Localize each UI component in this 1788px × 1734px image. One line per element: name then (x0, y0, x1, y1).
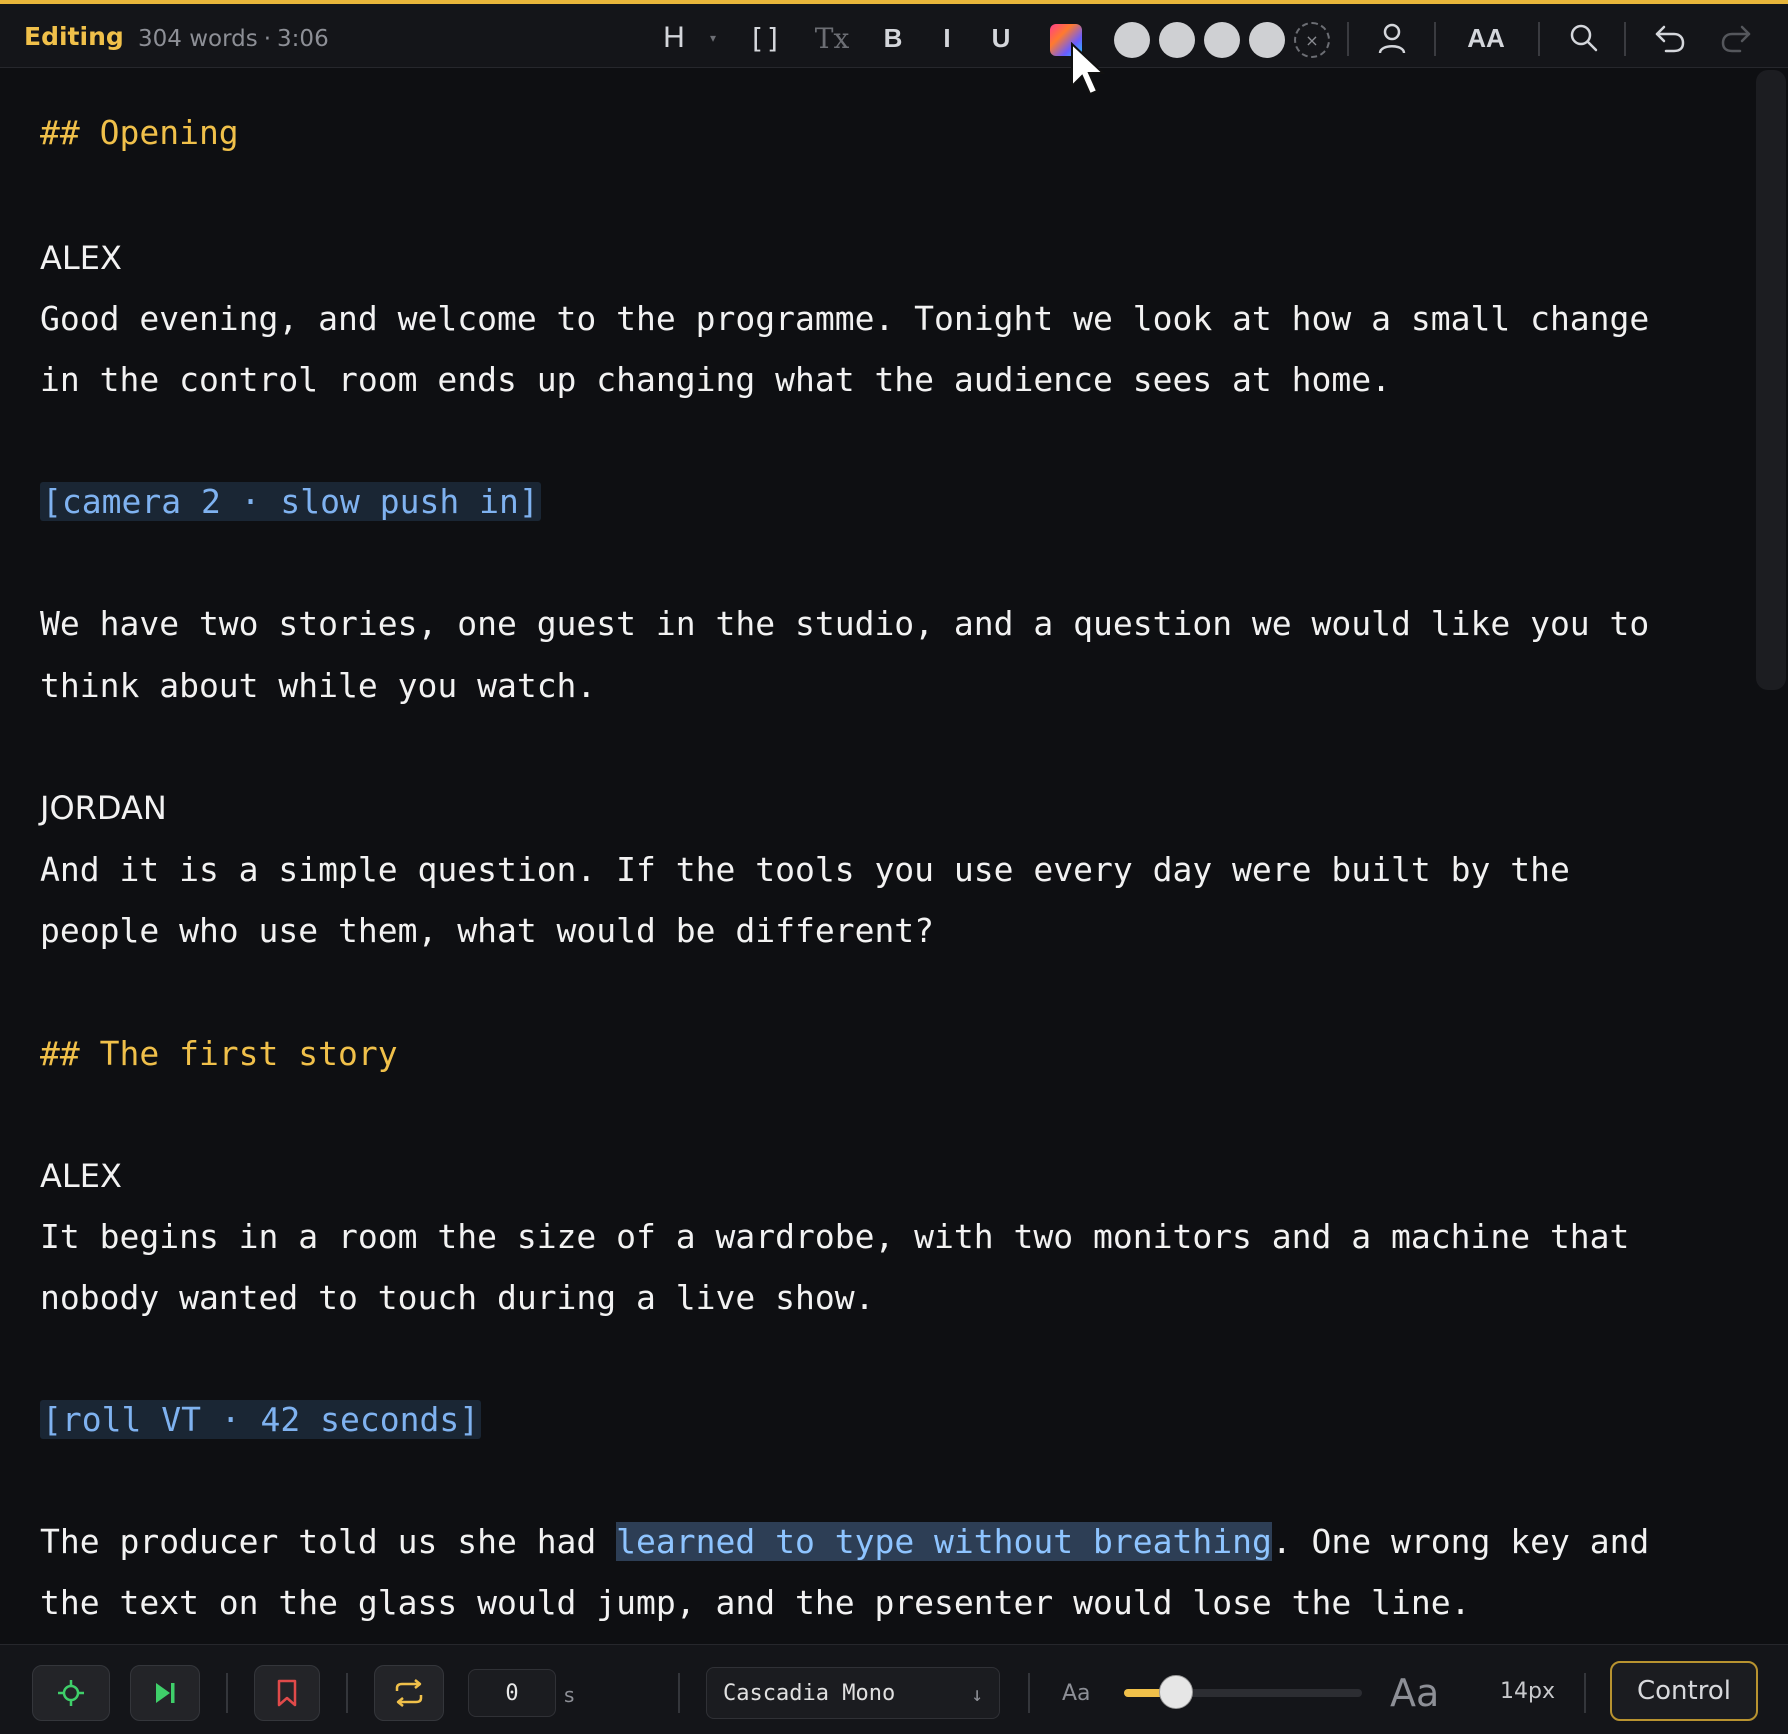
text-segment: The producer told us she had (40, 1522, 617, 1561)
section-heading: ## Opening (40, 113, 239, 152)
redo-button[interactable] (1716, 14, 1756, 62)
toolbar-divider (1624, 22, 1626, 56)
bottom-toolbar: 0 s Cascadia Mono ↓ Aa Aa 14px Control (0, 1644, 1788, 1734)
toolbar-divider (1434, 22, 1436, 56)
heading-icon: H (663, 21, 685, 54)
duration: 3:06 (277, 26, 329, 52)
bottom-divider (346, 1673, 348, 1713)
clear-format-button[interactable]: Tx (812, 14, 852, 62)
dialogue-line: people who use them, what would be diffe… (40, 911, 935, 950)
dialogue-line: And it is a simple question. If the tool… (40, 850, 1570, 889)
color-dot-3[interactable] (1204, 22, 1240, 58)
dialogue-line: The producer told us she had learned to … (40, 1522, 1649, 1561)
bottom-divider (1584, 1673, 1586, 1713)
stats-separator: · (263, 26, 272, 52)
italic-icon: I (943, 22, 951, 53)
bold-icon: B (883, 22, 903, 53)
font-size-small-icon: Aa (1062, 1681, 1091, 1706)
dialogue-line: think about while you watch. (40, 666, 597, 705)
vt-cue: [roll VT · 42 seconds] (40, 1400, 482, 1439)
script-editor[interactable]: ## Opening ALEX Good evening, and welcom… (0, 69, 1788, 1644)
toolbar-divider (1538, 22, 1540, 56)
bracket-icon: [] (748, 21, 782, 55)
bottom-divider (678, 1673, 680, 1713)
skip-forward-icon (156, 1683, 175, 1703)
font-size-value: 14px (1500, 1679, 1555, 1704)
color-dot-2[interactable] (1159, 22, 1195, 58)
countdown-unit: s (564, 1683, 575, 1707)
font-size-toggle-button[interactable]: AA (1462, 14, 1510, 62)
dialogue-line: We have two stories, one guest in the st… (40, 604, 1650, 643)
font-family-value: Cascadia Mono (723, 1680, 896, 1706)
dialogue-line: Good evening, and welcome to the program… (40, 299, 1650, 338)
speaker-name: ALEX (40, 1157, 122, 1195)
dialogue-line: the text on the glass would jump, and th… (40, 1583, 1471, 1622)
play-from-cursor-button[interactable] (130, 1665, 200, 1721)
color-dot-1[interactable] (1114, 22, 1150, 58)
editor-scrollbar[interactable] (1756, 70, 1786, 690)
toolbar-divider (1347, 22, 1349, 56)
font-size-toggle-icon: AA (1467, 22, 1505, 53)
countdown-input[interactable]: 0 (468, 1669, 556, 1717)
underline-icon: U (991, 22, 1011, 53)
word-count: 304 words (138, 26, 258, 52)
color-dot-4[interactable] (1249, 22, 1285, 58)
mode-label: Editing (24, 22, 124, 51)
heading-dropdown-icon[interactable]: ▾ (702, 14, 724, 62)
text-segment: . One wrong key and (1271, 1522, 1650, 1561)
chevron-down-icon: ↓ (970, 1682, 983, 1706)
camera-cue: [camera 2 · slow push in] (40, 482, 541, 521)
clear-color-icon[interactable]: × (1294, 22, 1330, 58)
dialogue-line: It begins in a room the size of a wardro… (40, 1217, 1630, 1256)
crosshair-icon (58, 1680, 84, 1706)
bracket-button[interactable]: [] (748, 14, 782, 62)
dialogue-line: nobody wanted to touch during a live sho… (40, 1278, 875, 1317)
person-icon (1378, 23, 1406, 54)
undo-button[interactable] (1650, 14, 1690, 62)
loop-button[interactable] (374, 1665, 444, 1721)
cue-line: [roll VT · 42 seconds] (40, 1400, 482, 1439)
italic-button[interactable]: I (930, 14, 964, 62)
font-family-select[interactable]: Cascadia Mono ↓ (706, 1667, 1000, 1719)
loop-icon (395, 1679, 423, 1707)
focus-button[interactable] (32, 1665, 110, 1721)
bottom-divider (226, 1673, 228, 1713)
speaker-button[interactable] (1372, 14, 1412, 62)
undo-icon (1655, 25, 1685, 53)
clear-format-icon: Tx (814, 21, 850, 55)
heading-button[interactable]: H (656, 14, 692, 62)
bookmark-icon (277, 1679, 297, 1707)
section-heading: ## The first story (40, 1034, 398, 1073)
speaker-name: JORDAN (40, 789, 167, 827)
redo-icon (1721, 25, 1751, 53)
font-size-large-icon: Aa (1390, 1671, 1440, 1715)
speaker-name: ALEX (40, 239, 122, 277)
search-icon (1570, 24, 1598, 52)
text-selection[interactable]: learned to type without breathing (616, 1522, 1272, 1561)
bottom-divider (1028, 1673, 1030, 1713)
cue-line: [camera 2 · slow push in] (40, 482, 541, 521)
search-button[interactable] (1564, 14, 1604, 62)
control-button[interactable]: Control (1610, 1661, 1758, 1721)
bold-button[interactable]: B (876, 14, 910, 62)
bookmark-button[interactable] (254, 1665, 320, 1721)
dialogue-line: in the control room ends up changing wha… (40, 360, 1392, 399)
top-toolbar: Editing 304 words · 3:06 H ▾ [] Tx B I U ×… (0, 0, 1788, 68)
underline-button[interactable]: U (984, 14, 1018, 62)
script-stats: 304 words · 3:06 (138, 26, 329, 52)
